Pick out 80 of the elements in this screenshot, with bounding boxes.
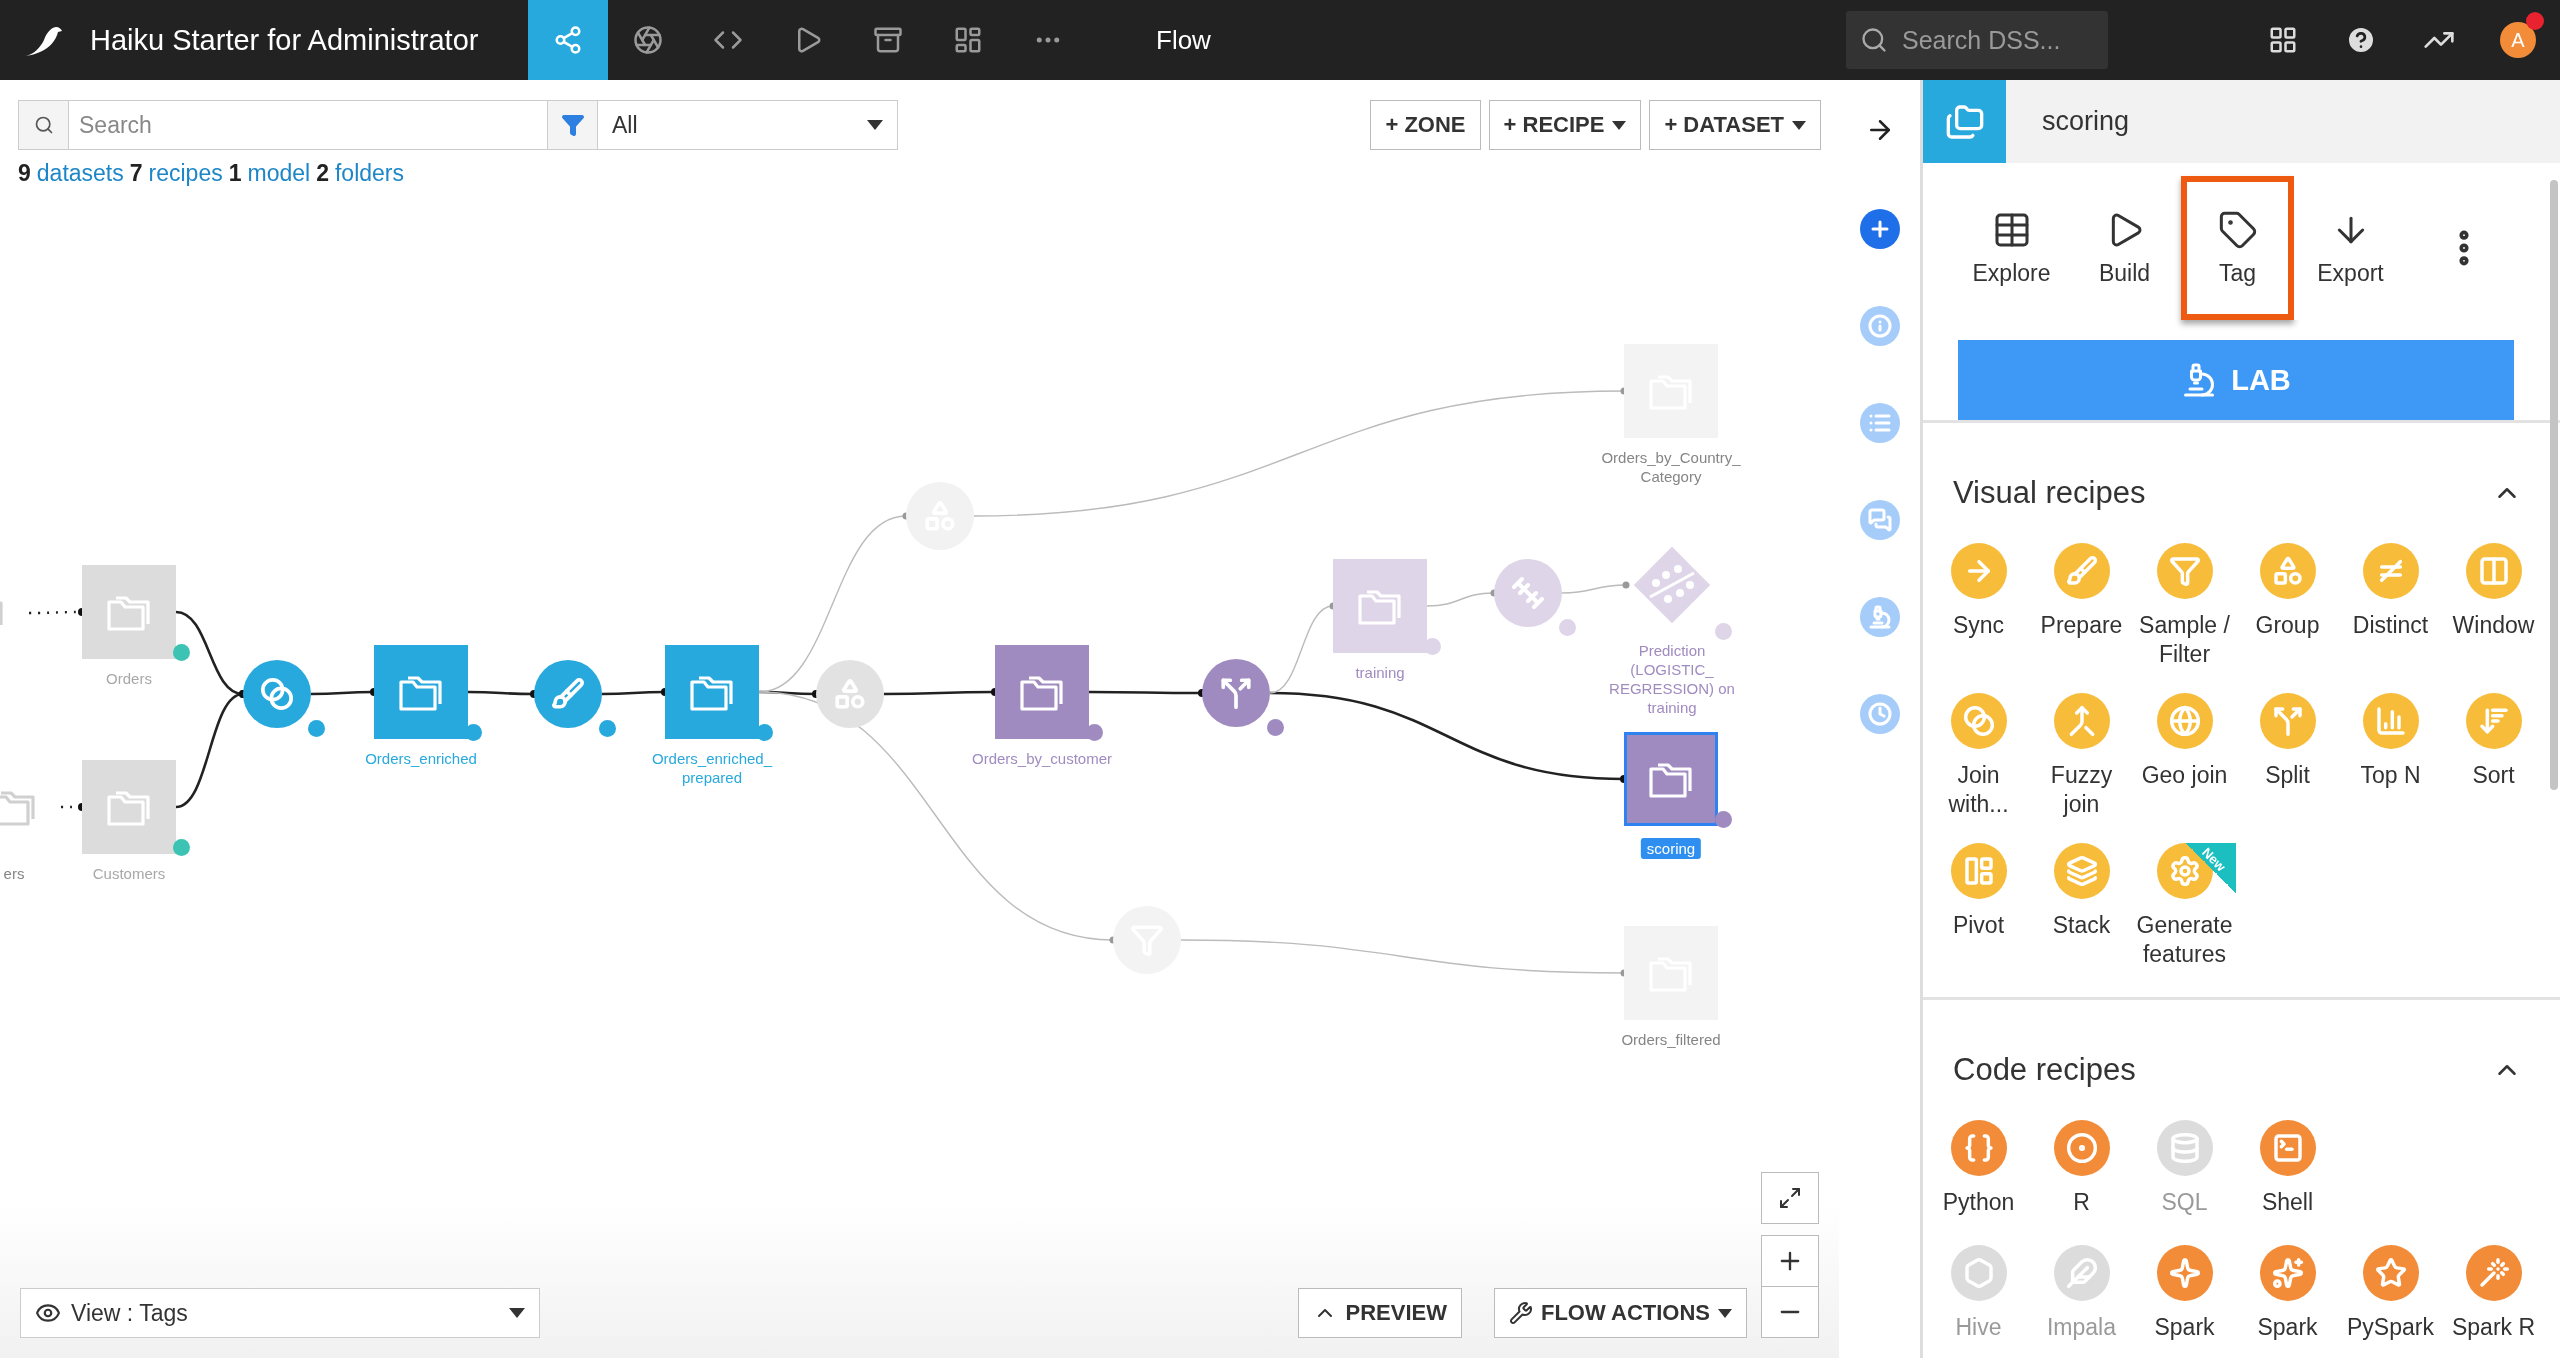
recipe-tile[interactable]: Top N — [2339, 693, 2442, 819]
plus-icon[interactable] — [1859, 208, 1900, 249]
recipe-tile[interactable]: R — [2030, 1120, 2133, 1217]
panel-title: scoring — [2042, 106, 2130, 137]
filter-select[interactable]: All — [598, 100, 898, 150]
recipe-tile[interactable]: Geo join — [2133, 693, 2236, 819]
action-button[interactable]: Tag — [2181, 176, 2294, 320]
recipe-tile[interactable]: Shell — [2236, 1120, 2339, 1217]
item-link[interactable]: datasets — [36, 160, 124, 187]
item-count: 1 — [228, 160, 242, 187]
recipe-tile[interactable]: Pivot — [1927, 843, 2030, 969]
folder-icon — [1923, 80, 2006, 163]
project-title: Haiku Starter for Administrator — [90, 23, 480, 57]
zoom-in-icon[interactable] — [1761, 1235, 1819, 1287]
brush-icon — [551, 677, 585, 711]
add-button[interactable]: + DATASET — [1649, 100, 1821, 150]
item-count: 9 — [18, 160, 31, 187]
node-label: Orders_filtered — [1620, 1030, 1722, 1049]
view-select[interactable]: View : Tags — [20, 1288, 540, 1338]
list-icon[interactable] — [1859, 402, 1900, 443]
recipe-tile[interactable]: Spark R — [2442, 1245, 2545, 1342]
shapes-icon — [833, 677, 867, 711]
caret-icon — [509, 1308, 525, 1318]
clock-icon[interactable] — [1859, 693, 1900, 734]
filter-icon[interactable] — [548, 100, 598, 150]
node-label: ers — [2, 864, 26, 883]
node-label: scoring — [1640, 838, 1702, 859]
section-title: Code recipes — [1953, 1052, 2136, 1088]
node-label: Orders_enriched — [364, 749, 478, 768]
info-icon[interactable] — [1859, 305, 1900, 346]
node-label: Prediction (LOGISTIC_REGRESSION) on training — [1608, 641, 1736, 717]
recipe-tile[interactable]: PySpark — [2339, 1245, 2442, 1342]
section-title: Flow — [1156, 24, 1212, 56]
item-count: 2 — [316, 160, 329, 187]
add-button[interactable]: + RECIPE — [1488, 100, 1642, 150]
recipe-tile[interactable]: Distinct — [2339, 543, 2442, 669]
node-label: Orders_by_Country_Category — [1600, 448, 1742, 486]
share-icon[interactable] — [528, 0, 608, 80]
search-icon — [1860, 26, 1888, 54]
circles-icon — [260, 677, 294, 711]
recipe-tile[interactable]: Window — [2442, 543, 2545, 669]
caret-icon — [867, 120, 883, 130]
node-label: Orders_by_customer — [970, 749, 1114, 768]
recipe-tile[interactable]: Join with... — [1927, 693, 2030, 819]
flow-edge — [1561, 581, 1630, 594]
item-link[interactable]: model — [247, 160, 311, 187]
recipe-tile[interactable]: Spark — [2236, 1245, 2339, 1342]
recipe-tile[interactable]: Python — [1927, 1120, 2030, 1217]
recipe-tile[interactable]: Split — [2236, 693, 2339, 819]
split-icon — [1219, 676, 1253, 710]
caret-icon — [1718, 1308, 1732, 1318]
wrench-icon — [1508, 1301, 1533, 1325]
recipe-tile[interactable]: Prepare — [2030, 543, 2133, 669]
add-button[interactable]: + ZONE — [1370, 100, 1481, 150]
section-title: Visual recipes — [1953, 475, 2146, 511]
node-label: Orders — [105, 669, 153, 688]
node-label: Customers — [91, 864, 167, 883]
microscope-icon[interactable] — [1859, 596, 1900, 637]
search-field[interactable]: Search — [18, 100, 548, 150]
chat-icon[interactable] — [1859, 499, 1900, 540]
dumbbell-icon — [1510, 575, 1546, 611]
node-label: Orders_enriched_prepared — [650, 749, 774, 787]
node-label: training — [1354, 663, 1406, 682]
search-field[interactable]: Search DSS... — [1846, 11, 2108, 69]
recipe-tile[interactable]: Sync — [1927, 543, 2030, 669]
preview-button[interactable]: PREVIEW — [1298, 1288, 1462, 1338]
recipe-tile[interactable]: Spark — [2133, 1245, 2236, 1342]
search-input[interactable]: Search DSS... — [1900, 24, 2100, 56]
fullscreen-icon[interactable] — [1761, 1172, 1819, 1224]
recipe-tile[interactable]: Group — [2236, 543, 2339, 669]
item-link[interactable]: recipes — [148, 160, 223, 187]
recipe-tile[interactable]: Sample / Filter — [2133, 543, 2236, 669]
recipe-tile[interactable]: Fuzzy join — [2030, 693, 2133, 819]
item-count: 7 — [129, 160, 143, 187]
recipe-tile[interactable]: Sort — [2442, 693, 2545, 819]
tag-icon — [2217, 209, 2258, 250]
search-icon — [19, 101, 69, 149]
item-link[interactable]: folders — [334, 160, 404, 187]
flow-actions-button[interactable]: FLOW ACTIONS — [1493, 1288, 1747, 1338]
recipe-tile[interactable]: Stack — [2030, 843, 2133, 969]
